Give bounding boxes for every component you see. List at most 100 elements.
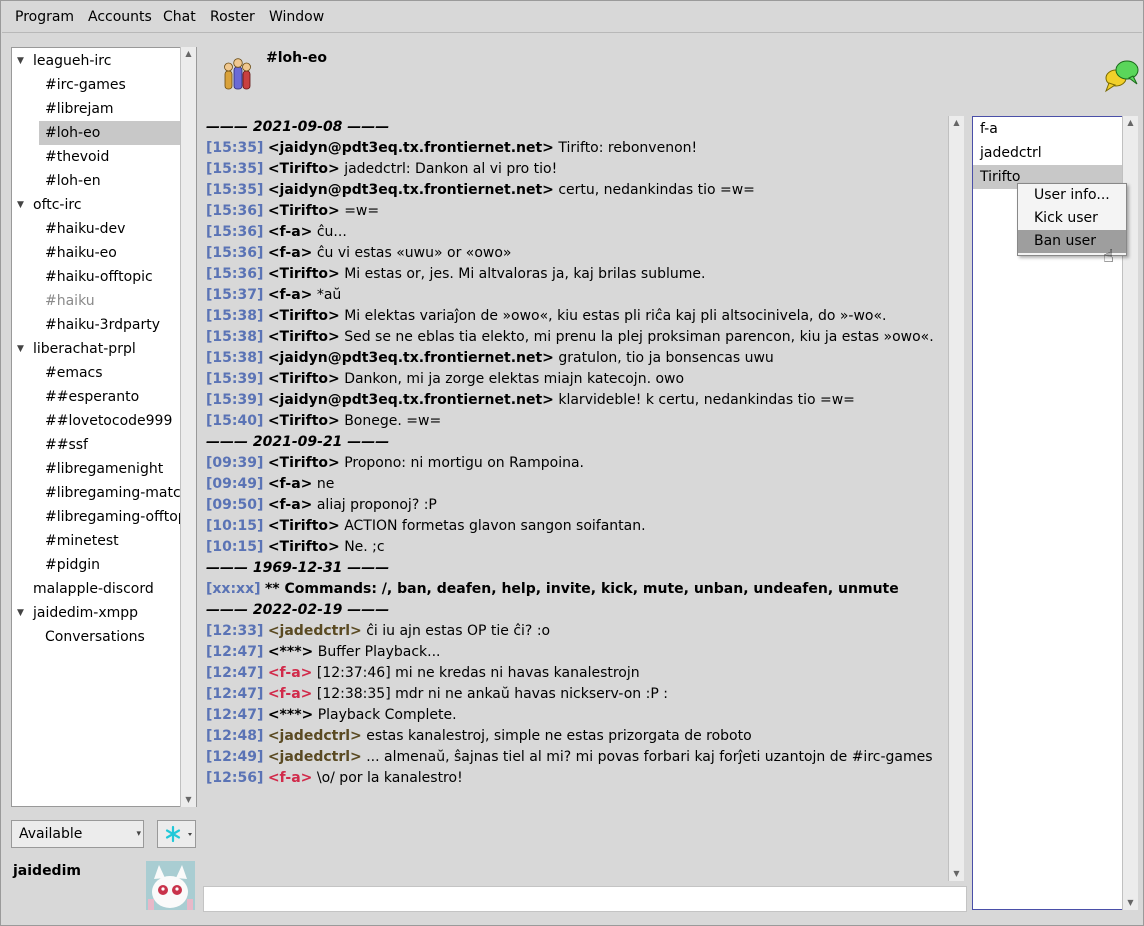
nickname[interactable]: <Tirifto> bbox=[268, 371, 340, 387]
chat-scrollbar[interactable]: ▲ ▼ bbox=[948, 116, 964, 881]
chat-bubbles-icon bbox=[1103, 58, 1141, 94]
scroll-up-icon[interactable]: ▲ bbox=[181, 47, 196, 61]
tree-room[interactable]: ##esperanto bbox=[39, 385, 180, 409]
expand-arrow-icon[interactable]: ▼ bbox=[17, 337, 24, 361]
nickname[interactable]: <f-a> bbox=[268, 224, 313, 240]
tree-room[interactable]: #haiku bbox=[39, 289, 180, 313]
nickname[interactable]: <jadedctrl> bbox=[268, 728, 362, 744]
nickname[interactable]: <Tirifto> bbox=[268, 518, 340, 534]
nickname[interactable]: <f-a> bbox=[268, 476, 313, 492]
context-menu-item[interactable]: Kick user bbox=[1018, 207, 1126, 230]
message-text: ĉi iu ajn estas OP tie ĉi? :o bbox=[361, 623, 551, 639]
tree-room[interactable]: #pidgin bbox=[39, 553, 180, 577]
expand-arrow-icon[interactable]: ▼ bbox=[17, 49, 24, 73]
add-button[interactable] bbox=[157, 820, 196, 848]
menu-program[interactable]: Program bbox=[15, 9, 74, 25]
nickname[interactable]: <Tirifto> bbox=[268, 455, 340, 471]
nickname[interactable]: <f-a> bbox=[268, 770, 313, 786]
timestamp: [09:50] bbox=[206, 497, 264, 513]
nickname[interactable]: <Tirifto> bbox=[268, 308, 340, 324]
tree-account[interactable]: ▼ liberachat-prpl bbox=[12, 337, 180, 361]
menu-accounts[interactable]: Accounts bbox=[88, 9, 152, 25]
menu-window[interactable]: Window bbox=[269, 9, 324, 25]
scroll-down-icon[interactable]: ▼ bbox=[949, 867, 964, 881]
message-text: ĉu vi estas «uwu» or «owo» bbox=[312, 245, 512, 261]
avatar[interactable] bbox=[146, 861, 195, 910]
tree-room[interactable]: #emacs bbox=[39, 361, 180, 385]
nickname[interactable]: <Tirifto> bbox=[268, 539, 340, 555]
nickname[interactable]: <Tirifto> bbox=[268, 161, 340, 177]
tree-room[interactable]: #loh-en bbox=[39, 169, 180, 193]
message-text: Sed se ne eblas tia elekto, mi prenu la … bbox=[339, 329, 934, 345]
people-icon bbox=[222, 57, 254, 93]
scroll-down-icon[interactable]: ▼ bbox=[1123, 896, 1138, 910]
date-separator: ——— 2021-09-21 ——— bbox=[206, 432, 389, 453]
nickname[interactable]: <jaidyn@pdt3eq.tx.frontiernet.net> bbox=[268, 392, 554, 408]
message-input[interactable] bbox=[203, 886, 967, 912]
nickname[interactable]: <***> bbox=[268, 644, 313, 660]
nickname[interactable]: <Tirifto> bbox=[268, 329, 340, 345]
tree-room[interactable]: #libregaming-matchm bbox=[39, 481, 196, 505]
expand-arrow-icon[interactable]: ▼ bbox=[17, 193, 24, 217]
tree-room[interactable]: #irc-games bbox=[39, 73, 180, 97]
tree-room[interactable]: #haiku-dev bbox=[39, 217, 180, 241]
chat-message: [12:56] <f-a> \o/ por la kanalestro! bbox=[206, 768, 463, 789]
message-text: *aŭ bbox=[312, 287, 342, 303]
timestamp: [12:49] bbox=[206, 749, 264, 765]
nickname[interactable]: <jadedctrl> bbox=[268, 623, 362, 639]
tree-room[interactable]: #haiku-eo bbox=[39, 241, 180, 265]
tree-room[interactable]: #haiku-offtopic bbox=[39, 265, 180, 289]
tree-room[interactable]: ##ssf bbox=[39, 433, 180, 457]
chat-message: [12:47] <f-a> [12:38:35] mdr ni ne ankaŭ… bbox=[206, 684, 668, 705]
tree-room[interactable]: #loh-eo bbox=[39, 121, 180, 145]
user-list-item[interactable]: f-a bbox=[973, 117, 1122, 141]
tree-room[interactable]: #minetest bbox=[39, 529, 180, 553]
nickname[interactable]: <f-a> bbox=[268, 497, 313, 513]
scroll-up-icon[interactable]: ▲ bbox=[1123, 116, 1138, 130]
expand-arrow-icon[interactable]: ▼ bbox=[17, 601, 24, 625]
scroll-up-icon[interactable]: ▲ bbox=[949, 116, 964, 130]
tree-account[interactable]: malapple-discord bbox=[12, 577, 180, 601]
tree-room[interactable]: #librejam bbox=[39, 97, 180, 121]
nickname[interactable]: <Tirifto> bbox=[268, 413, 340, 429]
timestamp: [15:38] bbox=[206, 350, 264, 366]
menu-roster[interactable]: Roster bbox=[210, 9, 255, 25]
tree-account[interactable]: ▼ jaidedim-xmpp bbox=[12, 601, 180, 625]
nickname[interactable]: <jaidyn@pdt3eq.tx.frontiernet.net> bbox=[268, 140, 554, 156]
chat-message: [15:38] <Tirifto> Mi elektas variaĵon de… bbox=[206, 306, 887, 327]
nickname[interactable]: <jadedctrl> bbox=[268, 749, 362, 765]
nickname[interactable]: <jaidyn@pdt3eq.tx.frontiernet.net> bbox=[268, 182, 554, 198]
tree-account[interactable]: ▼ oftc-irc bbox=[12, 193, 180, 217]
context-menu-item[interactable]: User info... bbox=[1018, 184, 1126, 207]
tree-scrollbar[interactable]: ▲ ▼ bbox=[180, 47, 196, 807]
tree-room[interactable]: #haiku-3rdparty bbox=[39, 313, 180, 337]
message-text: [12:37:46] mi ne kredas ni havas kanales… bbox=[312, 665, 640, 681]
nickname[interactable]: <f-a> bbox=[268, 665, 313, 681]
scroll-down-icon[interactable]: ▼ bbox=[181, 793, 196, 807]
message-text: =w= bbox=[339, 203, 380, 219]
menu-chat[interactable]: Chat bbox=[163, 9, 196, 25]
user-list-item[interactable]: jadedctrl bbox=[973, 141, 1122, 165]
nickname[interactable]: <Tirifto> bbox=[268, 203, 340, 219]
tree-room[interactable]: #libregamenight bbox=[39, 457, 180, 481]
nickname[interactable]: <***> bbox=[268, 707, 313, 723]
tree-account[interactable]: ▼ leagueh-irc bbox=[12, 49, 180, 73]
status-select[interactable]: Available ▾ bbox=[11, 820, 144, 848]
context-menu-label: Ban user bbox=[1034, 233, 1097, 249]
tree-item-label: #libregaming-offtopic bbox=[45, 509, 197, 525]
nickname[interactable]: <f-a> bbox=[268, 686, 313, 702]
tree-room[interactable]: #thevoid bbox=[39, 145, 180, 169]
nickname[interactable]: <Tirifto> bbox=[268, 266, 340, 282]
tree-item-label: #libregamenight bbox=[45, 461, 164, 477]
timestamp: [10:15] bbox=[206, 539, 264, 555]
nickname[interactable]: <f-a> bbox=[268, 287, 313, 303]
tree-room[interactable]: ##lovetocode999 bbox=[39, 409, 180, 433]
timestamp: [15:37] bbox=[206, 287, 264, 303]
asterisk-icon bbox=[165, 825, 192, 843]
nickname[interactable]: <jaidyn@pdt3eq.tx.frontiernet.net> bbox=[268, 350, 554, 366]
tree-room[interactable]: Conversations bbox=[39, 625, 180, 649]
tree-room[interactable]: #libregaming-offtopic bbox=[39, 505, 196, 529]
tree-item-label: #loh-eo bbox=[45, 125, 101, 141]
chat-message: [15:38] <Tirifto> Sed se ne eblas tia el… bbox=[206, 327, 934, 348]
nickname[interactable]: <f-a> bbox=[268, 245, 313, 261]
